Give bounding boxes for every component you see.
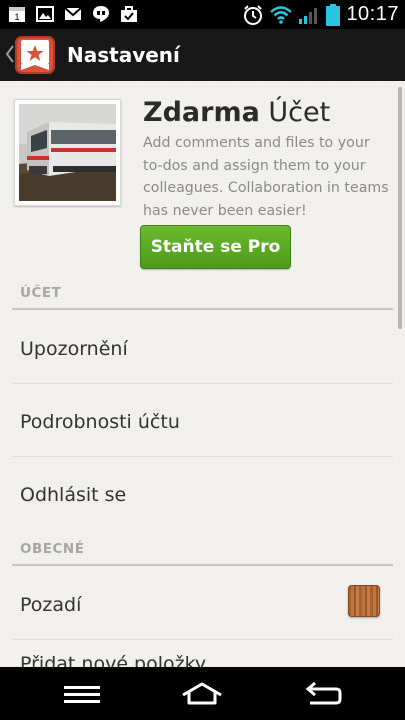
settings-item-background[interactable]: Pozadí — [0, 566, 405, 638]
wood-background-swatch[interactable] — [348, 585, 380, 617]
menu-icon[interactable] — [62, 679, 102, 709]
wifi-icon — [270, 5, 293, 24]
settings-item-label: Upozornění — [20, 338, 128, 360]
upgrade-pro-button[interactable]: Staňte se Pro — [140, 225, 291, 269]
hangouts-icon — [93, 6, 109, 22]
calendar-icon: 1 — [9, 7, 25, 22]
section-header-account: ÚČET — [20, 285, 62, 301]
gmail-icon — [64, 7, 82, 20]
image-icon — [36, 6, 54, 22]
plan-type: Účet — [268, 97, 331, 128]
wunderlist-star-icon[interactable] — [15, 36, 55, 74]
settings-item-label: Podrobnosti účtu — [20, 411, 180, 433]
settings-item-label: Přidat nové položky — [20, 653, 207, 667]
action-bar: Nastavení — [0, 29, 405, 81]
plan-description: Add comments and files to your to-dos an… — [143, 135, 389, 219]
page-title: Nastavení — [67, 43, 180, 67]
settings-item-notifications[interactable]: Upozornění — [0, 310, 405, 382]
settings-content[interactable]: Zdarma Účet Add comments and files to yo… — [0, 81, 405, 667]
account-plan-title: Zdarma Účet — [143, 97, 330, 128]
status-bar: 1 10:17 — [0, 0, 405, 29]
svg-text:1: 1 — [14, 12, 19, 22]
settings-item-label: Pozadí — [20, 594, 82, 616]
scrollbar[interactable] — [398, 87, 402, 329]
settings-item-add-new-items[interactable]: Přidat nové položky — [0, 640, 405, 667]
avatar[interactable] — [14, 99, 121, 206]
clock: 10:17 — [346, 3, 399, 25]
alarm-icon — [244, 4, 263, 25]
briefcase-icon — [121, 6, 137, 22]
plan-name: Zdarma — [143, 97, 260, 128]
home-icon[interactable] — [180, 679, 224, 709]
train-photo — [19, 104, 116, 201]
battery-icon — [326, 3, 341, 26]
settings-item-label: Odhlásit se — [20, 484, 127, 506]
section-header-general: OBECNÉ — [20, 541, 85, 557]
signal-icon — [299, 7, 318, 24]
back-icon[interactable] — [302, 679, 342, 709]
navigation-bar — [0, 667, 405, 720]
settings-item-account-details[interactable]: Podrobnosti účtu — [0, 384, 405, 456]
settings-item-logout[interactable]: Odhlásit se — [0, 457, 405, 529]
